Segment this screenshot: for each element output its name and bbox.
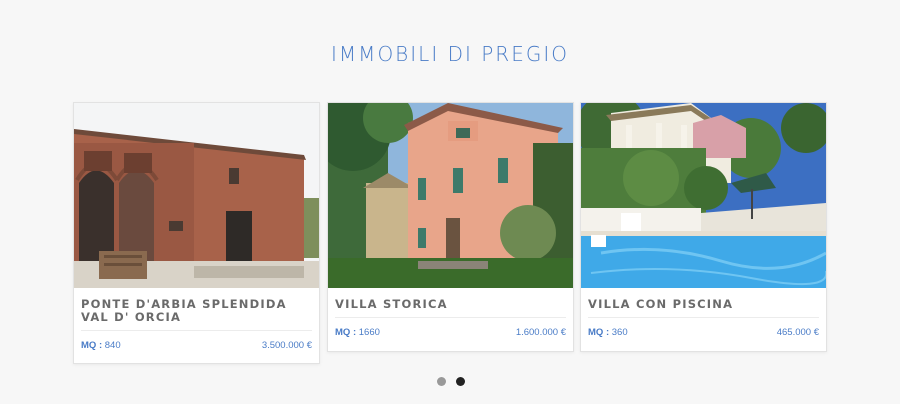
listing-area: MQ : 1660: [335, 327, 380, 338]
area-label: MQ :: [335, 327, 357, 338]
carousel-dot-1[interactable]: [437, 377, 446, 386]
listing-title[interactable]: VILLA CON PISCINA: [588, 298, 819, 312]
listing-photo[interactable]: [74, 103, 319, 288]
listing-photo[interactable]: [581, 103, 826, 288]
listing-card[interactable]: PONTE D'ARBIA SPLENDIDA VAL D' ORCIA MQ …: [73, 102, 320, 364]
listing-title[interactable]: VILLA STORICA: [335, 298, 566, 312]
listing-card[interactable]: VILLA STORICA MQ : 1660 1.600.000 €: [327, 102, 574, 352]
listing-price: 1.600.000 €: [515, 327, 566, 338]
area-value: 840: [104, 340, 121, 351]
listing-title[interactable]: PONTE D'ARBIA SPLENDIDA VAL D' ORCIA: [81, 298, 312, 325]
listing-price: 3.500.000 €: [261, 340, 312, 351]
carousel-dot-2[interactable]: [456, 377, 465, 386]
card-divider: [81, 330, 312, 331]
listing-area: MQ : 840: [81, 340, 121, 351]
area-label: MQ :: [588, 327, 610, 338]
listing-photo[interactable]: [328, 103, 573, 288]
listing-area: MQ : 360: [588, 327, 628, 338]
listing-meta: MQ : 1660 1.600.000 €: [335, 327, 566, 338]
listing-meta: MQ : 840 3.500.000 €: [81, 340, 312, 351]
listing-card[interactable]: VILLA CON PISCINA MQ : 360 465.000 €: [580, 102, 827, 352]
area-label: MQ :: [81, 340, 103, 351]
carousel-pagination: [437, 377, 465, 386]
listing-price: 465.000 €: [776, 327, 819, 338]
area-value: 360: [611, 327, 628, 338]
section-title: IMMOBILI DI PREGIO: [331, 42, 569, 66]
card-divider: [335, 317, 566, 318]
listing-meta: MQ : 360 465.000 €: [588, 327, 819, 338]
card-divider: [588, 317, 819, 318]
area-value: 1660: [358, 327, 380, 338]
